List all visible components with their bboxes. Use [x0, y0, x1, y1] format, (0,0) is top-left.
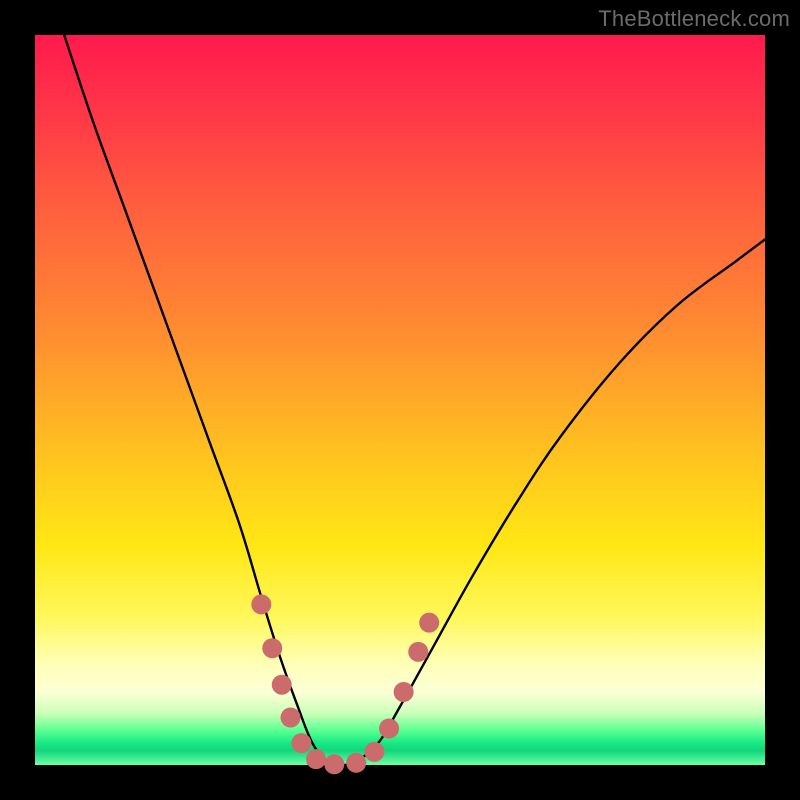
highlight-dot — [281, 708, 301, 728]
chart-frame: TheBottleneck.com — [0, 0, 800, 800]
highlight-dot — [324, 754, 344, 774]
highlight-dots — [251, 594, 439, 774]
highlight-dot — [251, 594, 271, 614]
attribution-text: TheBottleneck.com — [598, 6, 790, 32]
highlight-dot — [291, 733, 311, 753]
highlight-dot — [394, 682, 414, 702]
highlight-dot — [379, 719, 399, 739]
highlight-dot — [272, 675, 292, 695]
highlight-dot — [419, 613, 439, 633]
highlight-dot — [306, 749, 326, 769]
highlight-dot — [346, 753, 366, 773]
highlight-dot — [364, 742, 384, 762]
curve-layer — [35, 35, 765, 765]
highlight-dot — [408, 642, 428, 662]
highlight-dot — [262, 638, 282, 658]
